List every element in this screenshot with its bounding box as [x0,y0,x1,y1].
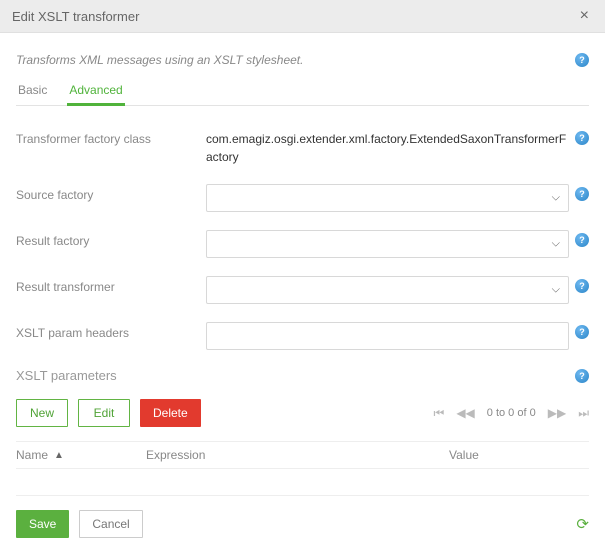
dropdown-result-transformer[interactable]: ⌵ [206,276,569,304]
help-icon[interactable]: ? [575,279,589,293]
value-wrap: com.emagiz.osgi.extender.xml.factory.Ext… [206,128,569,166]
col-header-value[interactable]: Value [449,448,589,462]
help-icon[interactable]: ? [575,131,589,145]
titlebar: Edit XSLT transformer × [0,0,605,33]
dialog-footer: Save Cancel ⟳ [16,495,589,538]
tabs: Basic Advanced [16,77,589,106]
delete-button[interactable]: Delete [140,399,201,427]
tab-basic[interactable]: Basic [16,77,49,106]
label-xslt-param-headers: XSLT param headers [16,322,206,340]
pager-last-icon[interactable]: ⏭ [578,406,589,421]
dropdown-result-factory[interactable]: ⌵ [206,230,569,258]
help-icon[interactable]: ? [575,325,589,339]
help-icon[interactable]: ? [575,233,589,247]
save-button[interactable]: Save [16,510,69,538]
pager-next-icon[interactable]: ▶▶ [548,406,566,420]
label-result-transformer: Result transformer [16,276,206,294]
row-transformer-factory-class: Transformer factory class com.emagiz.osg… [16,128,589,166]
row-source-factory: Source factory ⌵ ? [16,184,589,212]
section-xslt-parameters-header: XSLT parameters ? [16,368,589,383]
help-icon[interactable]: ? [575,187,589,201]
grid-toolbar: New Edit Delete ⏮ ◀◀ 0 to 0 of 0 ▶▶ ⏭ [16,399,589,427]
dialog-body: Transforms XML messages using an XSLT st… [0,33,605,554]
chevron-down-icon: ⌵ [552,238,560,251]
input-xslt-param-headers[interactable] [206,322,569,350]
row-xslt-param-headers: XSLT param headers ? [16,322,589,350]
label-transformer-factory-class: Transformer factory class [16,128,206,146]
description-row: Transforms XML messages using an XSLT st… [16,53,589,67]
section-title-xslt-parameters: XSLT parameters [16,368,117,383]
col-header-expression[interactable]: Expression [146,448,449,462]
row-result-transformer: Result transformer ⌵ ? [16,276,589,304]
label-result-factory: Result factory [16,230,206,248]
dialog: Edit XSLT transformer × Transforms XML m… [0,0,605,554]
pager-text: 0 to 0 of 0 [487,407,536,419]
help-icon[interactable]: ? [575,369,589,383]
dropdown-source-factory[interactable]: ⌵ [206,184,569,212]
value-transformer-factory-class: com.emagiz.osgi.extender.xml.factory.Ext… [206,128,569,166]
label-source-factory: Source factory [16,184,206,202]
dialog-description: Transforms XML messages using an XSLT st… [16,53,303,67]
sort-asc-icon: ▲ [54,450,64,461]
chevron-down-icon: ⌵ [552,284,560,297]
dialog-title: Edit XSLT transformer [12,9,139,24]
pager-prev-icon[interactable]: ◀◀ [456,406,474,420]
col-name-label: Name [16,448,48,462]
cancel-button[interactable]: Cancel [79,510,142,538]
pager-first-icon[interactable]: ⏮ [434,406,445,421]
col-header-name[interactable]: Name ▲ [16,448,146,462]
help-icon[interactable]: ? [575,53,589,67]
close-icon[interactable]: × [576,8,593,24]
edit-button[interactable]: Edit [78,399,130,427]
tab-advanced[interactable]: Advanced [67,77,124,106]
grid-buttons: New Edit Delete [16,399,201,427]
pager: ⏮ ◀◀ 0 to 0 of 0 ▶▶ ⏭ [434,406,590,421]
grid-header: Name ▲ Expression Value [16,441,589,469]
new-button[interactable]: New [16,399,68,427]
refresh-icon[interactable]: ⟳ [576,515,589,533]
row-result-factory: Result factory ⌵ ? [16,230,589,258]
chevron-down-icon: ⌵ [552,192,560,205]
